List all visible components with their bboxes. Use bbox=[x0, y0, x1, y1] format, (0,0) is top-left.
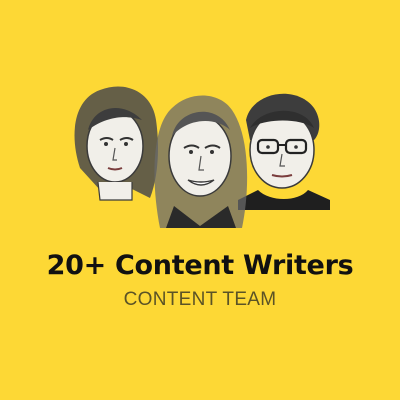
portrait-woman-left bbox=[74, 86, 158, 201]
team-illustration bbox=[74, 86, 330, 228]
portrait-woman-center bbox=[154, 95, 248, 228]
portrait-man-right bbox=[238, 93, 330, 210]
team-card: 20+ Content Writers CONTENT TEAM bbox=[0, 0, 400, 400]
team-headline: 20+ Content Writers bbox=[46, 250, 354, 281]
team-subheadline: CONTENT TEAM bbox=[123, 289, 277, 310]
